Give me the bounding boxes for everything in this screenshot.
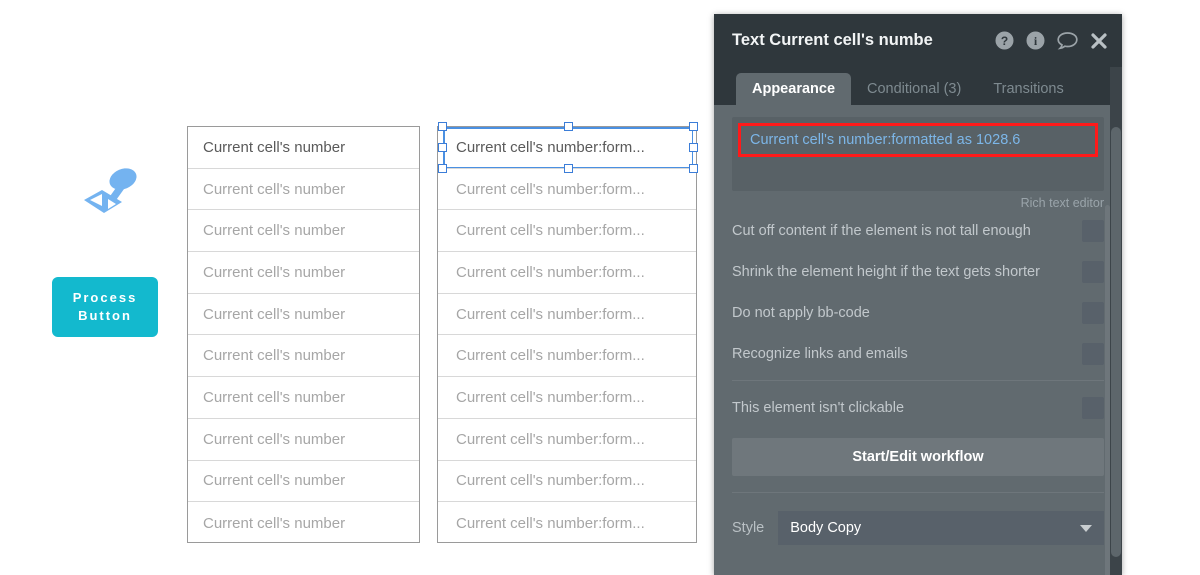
table-row[interactable]: Current cell's number (188, 294, 419, 336)
table-row[interactable]: Current cell's number (188, 335, 419, 378)
table-row[interactable]: Current cell's number (188, 419, 419, 461)
table-row[interactable]: Current cell's number (188, 252, 419, 294)
option-label: Do not apply bb-code (732, 304, 870, 321)
checkbox-recognize-links[interactable] (1082, 342, 1104, 365)
panel-header-icons: ? i (995, 31, 1108, 50)
table-row[interactable]: Current cell's number (188, 377, 419, 419)
style-label: Style (732, 520, 765, 536)
screen-root: Process Button Current cell's number Cur… (0, 0, 1200, 575)
option-label: This element isn't clickable (732, 399, 905, 416)
checkbox-not-clickable[interactable] (1082, 396, 1104, 419)
table-row[interactable]: Current cell's number:form... (438, 169, 696, 211)
section-divider-2 (732, 492, 1104, 493)
tab-conditional[interactable]: Conditional (3) (851, 73, 977, 105)
option-label: Recognize links and emails (732, 345, 908, 362)
checkbox-bbcode[interactable] (1082, 301, 1104, 324)
comment-icon[interactable] (1057, 31, 1078, 50)
option-label: Shrink the element height if the text ge… (732, 263, 1040, 280)
panel-tabs: Appearance Conditional (3) Transitions (714, 67, 1122, 105)
table-row[interactable]: Current cell's number:form... (438, 252, 696, 294)
table-row[interactable]: Current cell's number:form... (438, 210, 696, 253)
table-row[interactable]: Current cell's number:form... (438, 502, 696, 544)
spotlight-plugin-icon-svg (84, 168, 137, 213)
panel-scrollbar-track[interactable] (1110, 67, 1122, 575)
expression-editor-wrap: Current cell's number:formatted as 1028.… (732, 117, 1104, 191)
table-row[interactable]: Current cell's number:form... (438, 377, 696, 419)
table-row[interactable]: Current cell's number:form... (438, 294, 696, 336)
panel-scrollbar-thumb[interactable] (1111, 127, 1121, 557)
option-label: Cut off content if the element is not ta… (732, 222, 1031, 239)
help-icon[interactable]: ? (995, 31, 1014, 50)
start-edit-workflow-button[interactable]: Start/Edit workflow (732, 438, 1104, 476)
table-row[interactable]: Current cell's number (188, 169, 419, 211)
checkbox-shrink[interactable] (1082, 260, 1104, 283)
table-row[interactable]: Current cell's number (188, 461, 419, 503)
style-select-value: Body Copy (790, 520, 862, 536)
panel-header: Text Current cell's numbe ? i (714, 14, 1122, 67)
rich-text-editor-link[interactable]: Rich text editor (714, 196, 1104, 210)
process-button-line1: Process (72, 290, 138, 305)
table-row[interactable]: Current cell's number:form... (438, 127, 696, 169)
close-icon[interactable] (1090, 32, 1108, 50)
option-row-cut-off[interactable]: Cut off content if the element is not ta… (732, 210, 1104, 251)
table-row[interactable]: Current cell's number:form... (438, 335, 696, 378)
expression-text[interactable]: Current cell's number:formatted as 1028.… (750, 132, 1020, 148)
property-editor-panel: Text Current cell's numbe ? i Appearance… (714, 14, 1122, 575)
table-row[interactable]: Current cell's number (188, 502, 419, 544)
info-icon[interactable]: i (1026, 31, 1045, 50)
text-content-editor[interactable]: Current cell's number:formatted as 1028.… (732, 117, 1104, 191)
tab-transitions[interactable]: Transitions (977, 73, 1079, 105)
repeating-group-formatted[interactable]: Current cell's number:form... Current ce… (437, 126, 697, 543)
style-select[interactable]: Body Copy (778, 511, 1104, 545)
annotation-highlight-box: Current cell's number:formatted as 1028.… (738, 123, 1098, 157)
page-title: Text Current cell's numbe (732, 31, 933, 49)
spotlight-plugin-icon[interactable] (78, 166, 146, 220)
option-row-clickable[interactable]: This element isn't clickable (732, 387, 1104, 428)
checkbox-cut-off[interactable] (1082, 219, 1104, 242)
option-row-recognize-links[interactable]: Recognize links and emails (732, 333, 1104, 374)
panel-body: Current cell's number:formatted as 1028.… (714, 105, 1122, 575)
repeating-group-number[interactable]: Current cell's number Current cell's num… (187, 126, 420, 543)
style-row: Style Body Copy (732, 511, 1104, 545)
process-button[interactable]: Process Button (52, 277, 158, 337)
option-row-shrink[interactable]: Shrink the element height if the text ge… (732, 251, 1104, 292)
tab-appearance[interactable]: Appearance (736, 73, 852, 105)
table-row[interactable]: Current cell's number (188, 127, 419, 169)
svg-text:?: ? (1001, 34, 1008, 48)
table-row[interactable]: Current cell's number:form... (438, 419, 696, 461)
option-row-bbcode[interactable]: Do not apply bb-code (732, 292, 1104, 333)
section-divider (732, 380, 1104, 381)
chevron-down-icon (1080, 525, 1092, 532)
table-row[interactable]: Current cell's number (188, 210, 419, 253)
process-button-line2: Button (78, 308, 132, 323)
table-row[interactable]: Current cell's number:form... (438, 461, 696, 503)
